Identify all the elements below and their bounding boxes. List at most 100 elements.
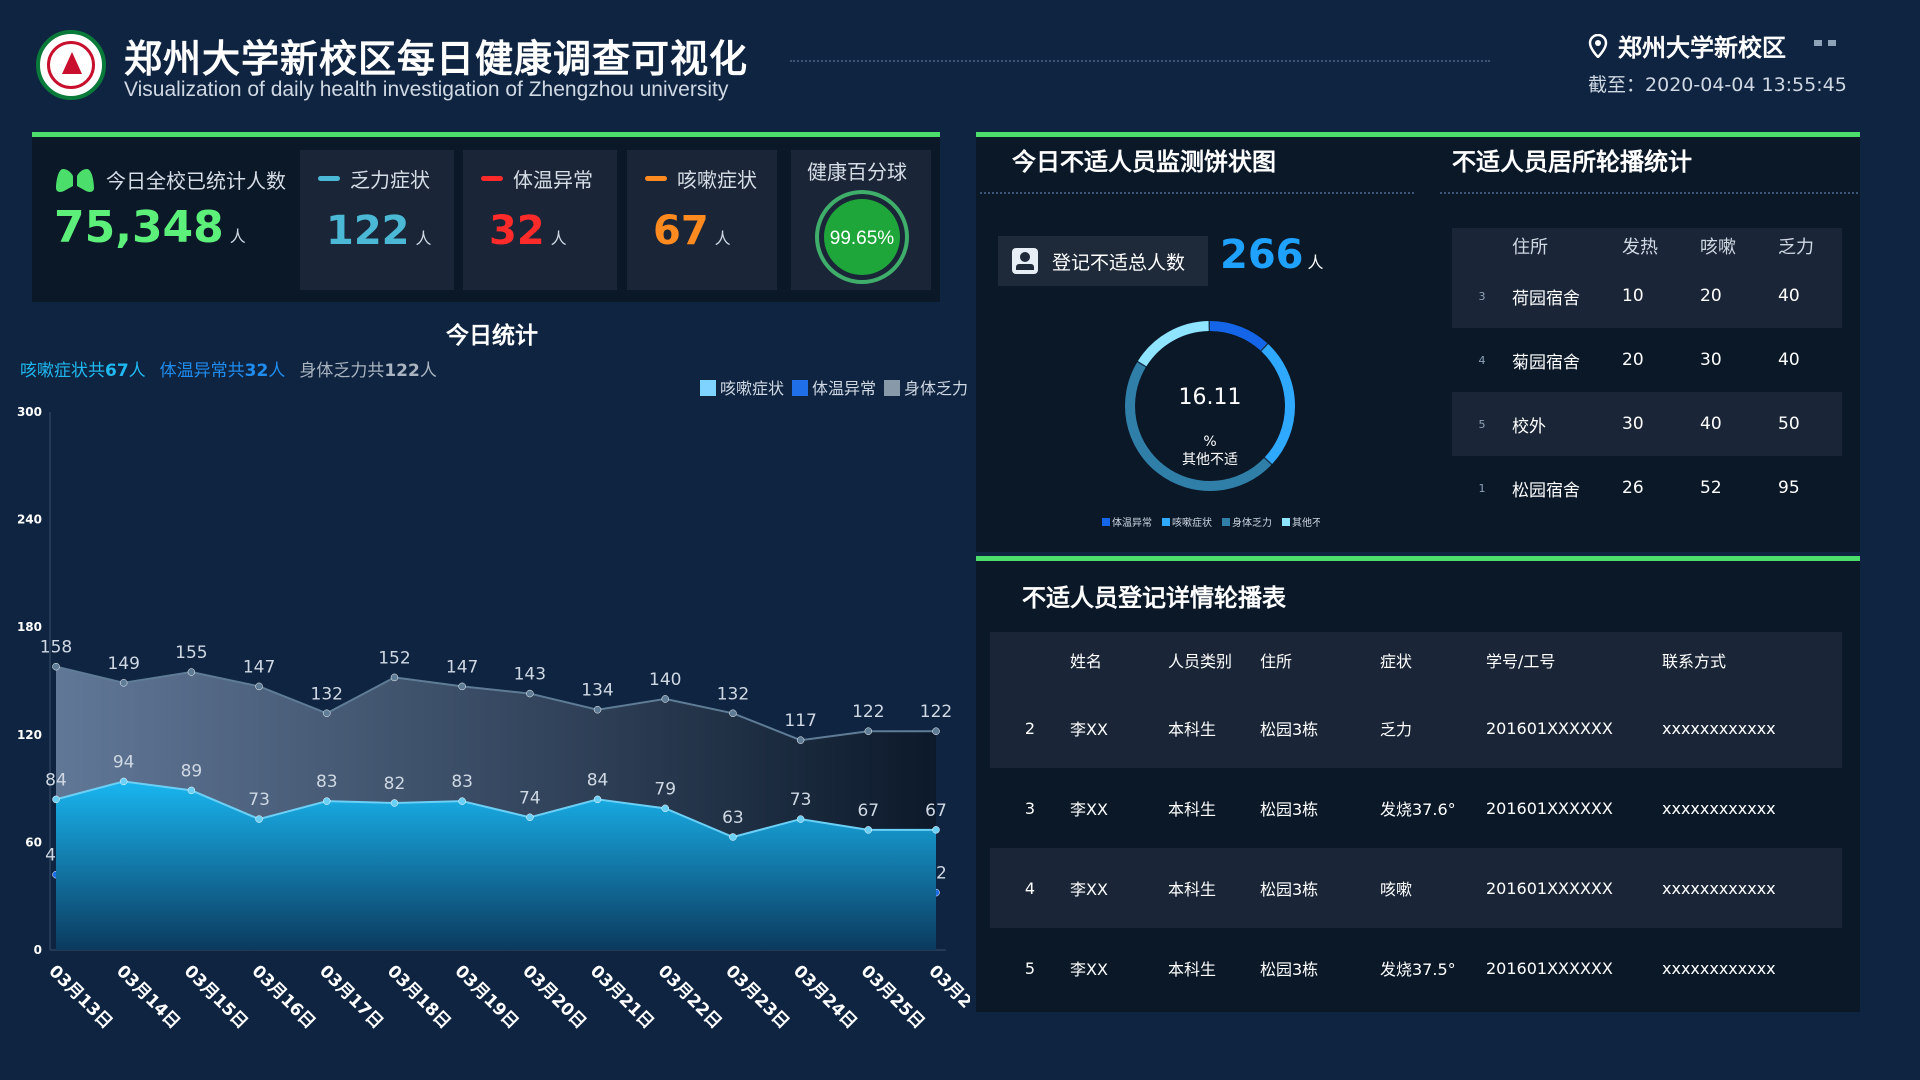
summary-cough-value: 67 — [105, 361, 129, 381]
detail-symptom: 乏力 — [1380, 720, 1413, 739]
residence-head-cough: 咳嗽 — [1700, 237, 1736, 258]
detail-type: 本科生 — [1168, 960, 1217, 979]
stat-total: 今日全校已统计人数 75,348 人 — [40, 150, 290, 290]
data-point — [119, 679, 128, 687]
campus-location[interactable]: 郑州大学新校区 — [1588, 28, 1786, 63]
summary-unit: 人 — [268, 361, 286, 381]
y-tick-label: 180 — [17, 620, 42, 634]
data-point — [187, 668, 196, 676]
data-point — [593, 795, 602, 804]
legend-swatch — [792, 380, 808, 396]
detail-id: 201601XXXXXX — [1486, 958, 1613, 978]
residence-title: 不适人员居所轮播统计 — [1452, 148, 1692, 176]
data-point — [526, 813, 534, 822]
data-point — [52, 795, 60, 804]
residence-row: 5 校外 30 40 50 — [1452, 392, 1842, 456]
residence-cough: 40 — [1700, 414, 1722, 434]
residence-fatigue: 50 — [1778, 414, 1800, 434]
stat-total-label: 今日全校已统计人数 — [106, 168, 286, 193]
data-point — [864, 727, 873, 735]
y-tick-label: 0 — [34, 943, 42, 957]
detail-name: 李XX — [1070, 960, 1108, 979]
donut-slice — [1137, 321, 1209, 367]
residence-row: 4 菊园宿舍 20 30 40 — [1452, 328, 1842, 392]
residence-title-divider — [1440, 192, 1858, 194]
data-label: 147 — [446, 657, 478, 677]
detail-no: 5 — [1024, 958, 1036, 978]
residence-row: 3 荷园宿舍 10 20 40 — [1452, 264, 1842, 328]
registered-label: 登记不适总人数 — [1052, 251, 1186, 274]
summary-unit: 人 — [419, 361, 437, 381]
detail-head-type: 人员类别 — [1168, 652, 1233, 671]
residence-fever: 30 — [1622, 414, 1644, 434]
detail-row: 3 李XX 本科生 松园3栋 发烧37.6° 201601XXXXXX xxxxxxxxxx… — [990, 768, 1842, 848]
residence-fatigue: 40 — [1778, 350, 1800, 370]
data-point — [932, 727, 940, 735]
residence-name: 荷园宿舍 — [1512, 288, 1580, 309]
detail-name: 李XX — [1070, 720, 1108, 739]
data-label: 84 — [587, 770, 609, 790]
user-badge-icon — [1012, 248, 1038, 274]
summary-temp-prefix: 体温异常共 — [159, 361, 245, 381]
data-label: 140 — [649, 670, 681, 690]
pie-title-divider — [980, 192, 1414, 194]
stat-temp-label: 体温异常 — [513, 168, 593, 192]
data-label: 132 — [311, 684, 343, 704]
residence-name: 松园宿舍 — [1512, 480, 1580, 501]
data-label: 84 — [45, 770, 67, 790]
y-tick-label: 60 — [25, 835, 42, 849]
data-point — [458, 682, 466, 691]
donut-center-value: 16.11 — [1179, 385, 1242, 410]
detail-name: 李XX — [1070, 800, 1108, 819]
donut-legend-label: 其他不适 — [1292, 516, 1320, 529]
stat-health-ball: 健康百分球 99.65% — [791, 150, 931, 290]
data-point — [390, 673, 399, 682]
detail-home: 松园3栋 — [1260, 960, 1319, 979]
detail-id: 201601XXXXXX — [1486, 798, 1613, 818]
data-label: 132 — [717, 684, 749, 704]
x-tick-label: 03月18日 — [383, 961, 455, 1030]
x-tick-label: 03月22日 — [654, 961, 726, 1030]
data-point — [187, 786, 196, 795]
donut-legend-label: 体温异常 — [1112, 516, 1152, 529]
donut-center-unit: % — [1203, 434, 1216, 450]
donut-legend-swatch — [1102, 518, 1110, 526]
detail-name: 李XX — [1070, 880, 1108, 899]
data-point — [864, 826, 873, 834]
more-icon[interactable] — [1814, 40, 1836, 46]
residence-cough: 52 — [1700, 478, 1722, 498]
residence-header: 住所 发热 咳嗽 乏力 — [1452, 228, 1842, 264]
data-label: 134 — [581, 681, 613, 701]
detail-no: 3 — [1024, 798, 1036, 818]
x-tick-label: 03月2 — [924, 961, 970, 1012]
donut-legend-swatch — [1282, 518, 1290, 526]
legend-label: 咳嗽症状 — [720, 380, 784, 398]
residence-rank: 4 — [1478, 353, 1486, 367]
data-point — [526, 689, 534, 698]
summary-cough-prefix: 咳嗽症状共 — [20, 361, 105, 381]
residence-name: 校外 — [1512, 416, 1546, 437]
registered-unit: 人 — [1307, 253, 1324, 272]
x-tick-label: 03月13日 — [44, 961, 116, 1030]
data-point — [729, 709, 737, 718]
residence-fatigue: 40 — [1778, 286, 1800, 306]
data-label: 73 — [248, 790, 270, 810]
data-point — [458, 797, 466, 805]
data-label: 152 — [378, 648, 410, 668]
health-ball: 99.65% — [815, 190, 909, 284]
chart-title: 今日统计 — [446, 323, 538, 349]
stat-cough-value: 67 — [653, 208, 709, 254]
detail-table: 姓名 人员类别 住所 症状 学号/工号 联系方式 2 李XX 本科生 松园3栋 乏力 20… — [990, 632, 1842, 1008]
data-label: 143 — [514, 665, 546, 685]
summary-fatigue-prefix: 身体乏力共 — [299, 361, 385, 381]
detail-contact: xxxxxxxxxxxx — [1662, 878, 1776, 898]
detail-symptom: 咳嗽 — [1380, 880, 1413, 899]
data-point — [661, 804, 669, 813]
title-divider — [790, 60, 1490, 62]
chart-summary: 咳嗽症状共67人 体温异常共32人 身体乏力共122人 — [20, 356, 437, 381]
detail-header: 姓名 人员类别 住所 症状 学号/工号 联系方式 — [990, 632, 1842, 688]
donut-chart: 16.11%其他不适体温异常咳嗽症状身体乏力其他不适 — [1102, 321, 1320, 529]
page-title: 郑州大学新校区每日健康调查可视化 — [124, 37, 749, 81]
health-label: 健康百分球 — [807, 160, 907, 184]
donut-legend-swatch — [1222, 518, 1230, 526]
